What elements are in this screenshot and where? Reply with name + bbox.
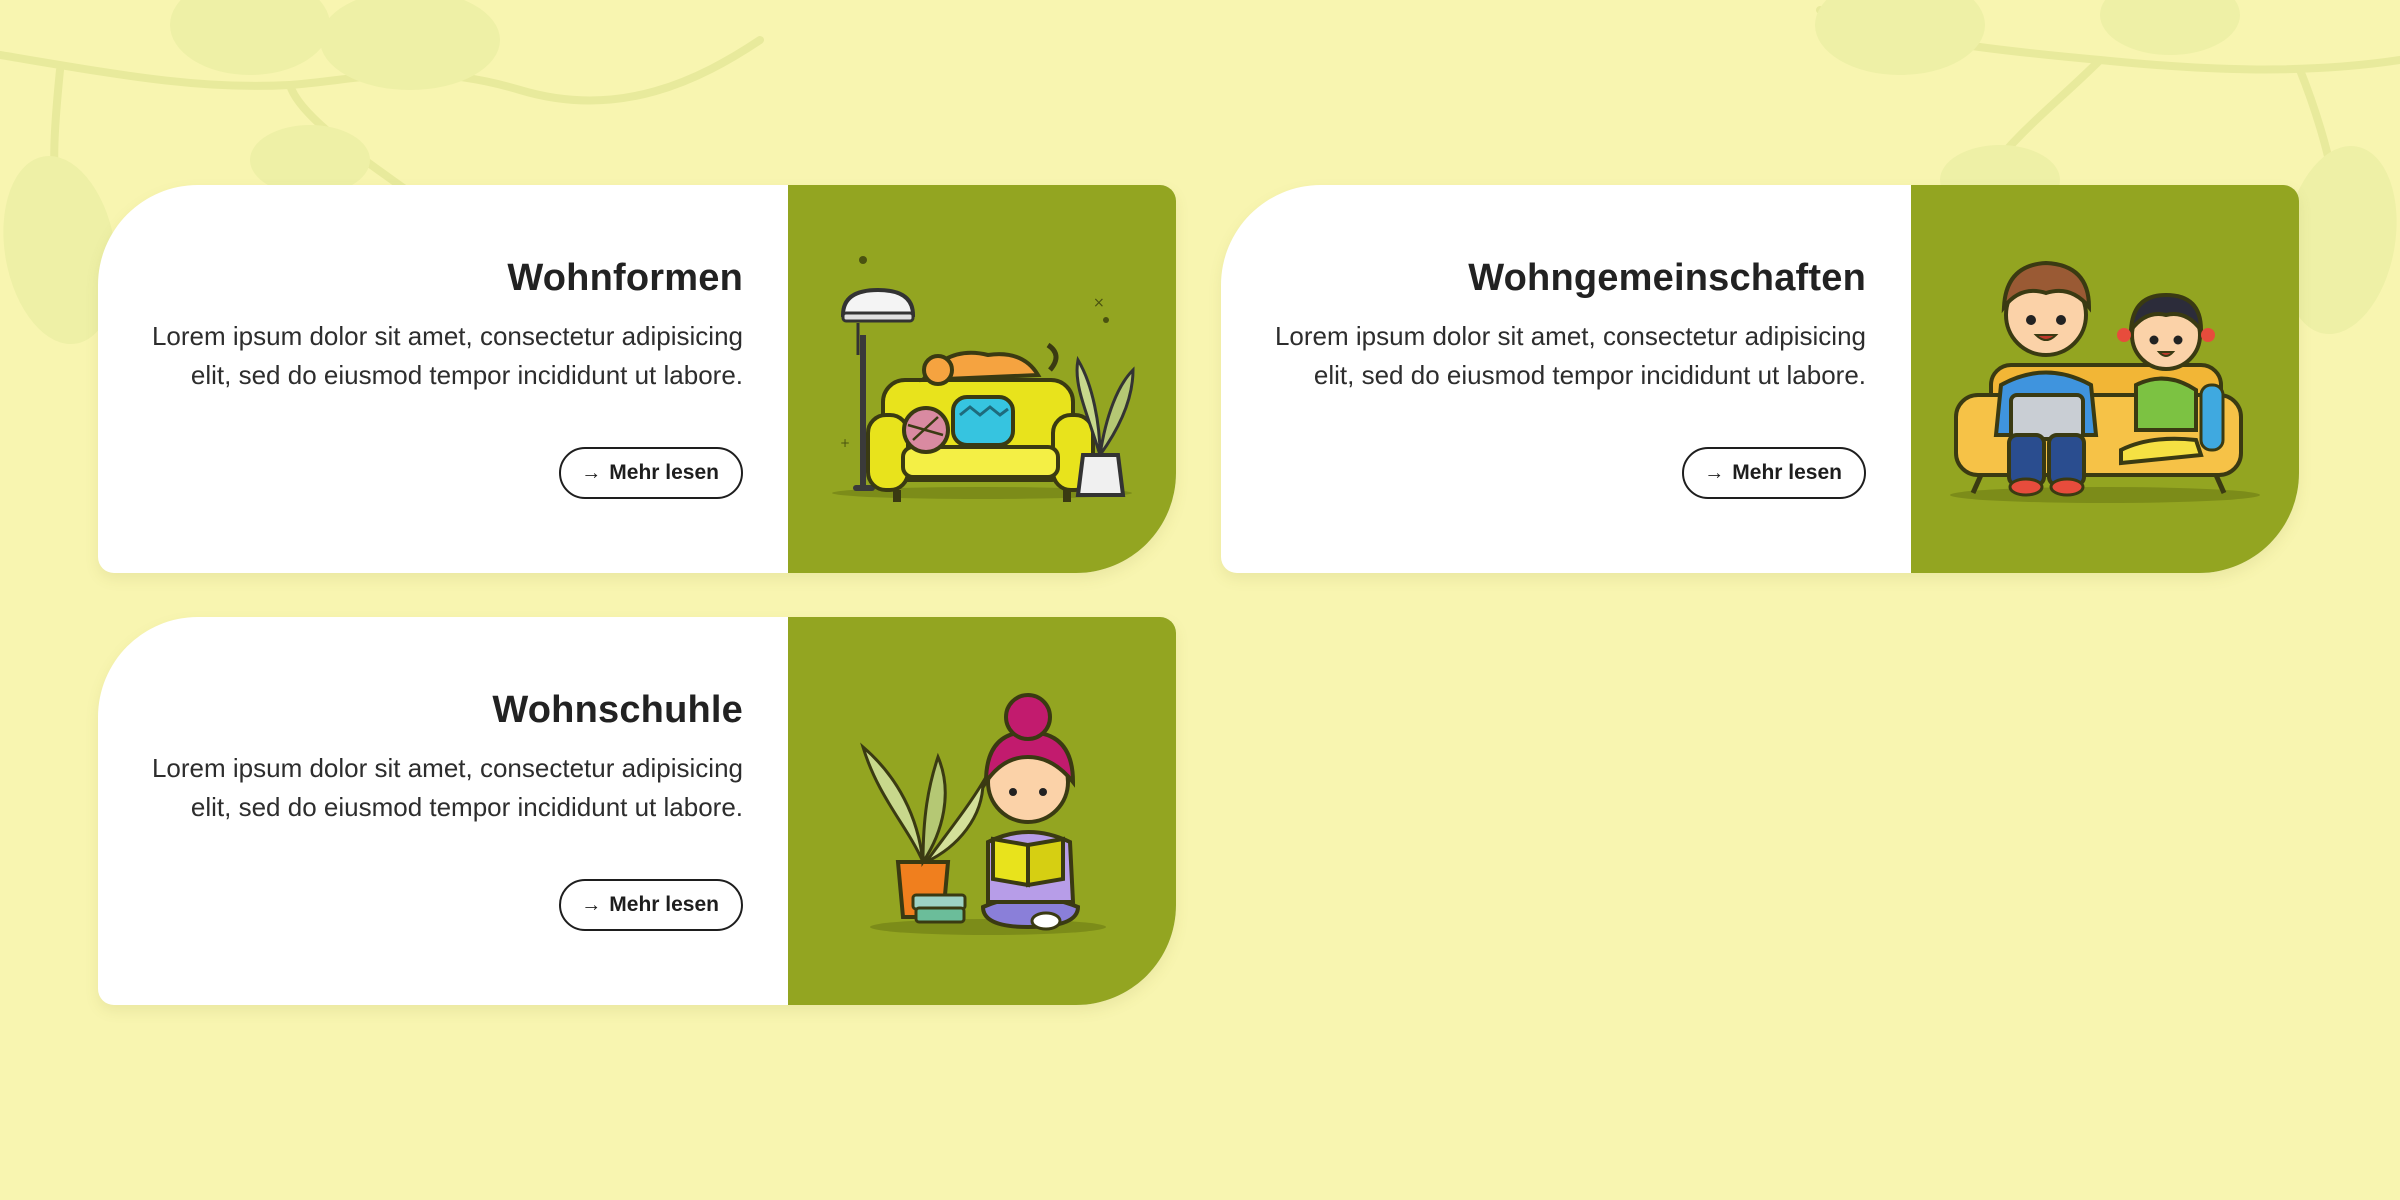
button-label: Mehr lesen bbox=[1732, 461, 1842, 484]
button-label: Mehr lesen bbox=[609, 893, 719, 916]
arrow-right-icon: → bbox=[581, 893, 602, 916]
mehr-lesen-button[interactable]: → Mehr lesen bbox=[559, 447, 743, 499]
card-wohnschuhle: Wohnschuhle Lorem ipsum dolor sit amet, … bbox=[98, 617, 1176, 1005]
card-title: Wohnformen bbox=[507, 257, 743, 299]
card-title: Wohngemeinschaften bbox=[1468, 257, 1866, 299]
kids-on-sofa-illustration bbox=[1950, 260, 2260, 503]
mehr-lesen-button[interactable]: → Mehr lesen bbox=[1682, 447, 1866, 499]
card-text-area: Wohngemeinschaften Lorem ipsum dolor sit… bbox=[1221, 185, 1911, 573]
card-illustration: × + bbox=[788, 185, 1176, 573]
background-leaves-decoration bbox=[0, 0, 2400, 345]
card-illustration bbox=[788, 617, 1176, 1005]
arrow-right-icon: → bbox=[1704, 461, 1725, 484]
svg-text:+: + bbox=[840, 436, 850, 450]
arrow-right-icon: → bbox=[581, 461, 602, 484]
card-text-area: Wohnformen Lorem ipsum dolor sit amet, c… bbox=[98, 185, 788, 573]
card-title: Wohnschuhle bbox=[492, 689, 743, 731]
girl-reading-illustration bbox=[860, 693, 1106, 935]
card-description: Lorem ipsum dolor sit amet, consectetur … bbox=[151, 752, 743, 822]
card-text-area: Wohnschuhle Lorem ipsum dolor sit amet, … bbox=[98, 617, 788, 1005]
card-description: Lorem ipsum dolor sit amet, consectetur … bbox=[151, 320, 743, 390]
button-label: Mehr lesen bbox=[609, 461, 719, 484]
armchair-cat-lamp-illustration: × + bbox=[832, 256, 1135, 502]
card-illustration bbox=[1911, 185, 2299, 573]
card-wohngemeinschaften: Wohngemeinschaften Lorem ipsum dolor sit… bbox=[1221, 185, 2299, 573]
svg-text:×: × bbox=[1093, 295, 1105, 311]
mehr-lesen-button[interactable]: → Mehr lesen bbox=[559, 879, 743, 931]
card-wohnformen: Wohnformen Lorem ipsum dolor sit amet, c… bbox=[98, 185, 1176, 573]
card-description: Lorem ipsum dolor sit amet, consectetur … bbox=[1274, 320, 1866, 390]
